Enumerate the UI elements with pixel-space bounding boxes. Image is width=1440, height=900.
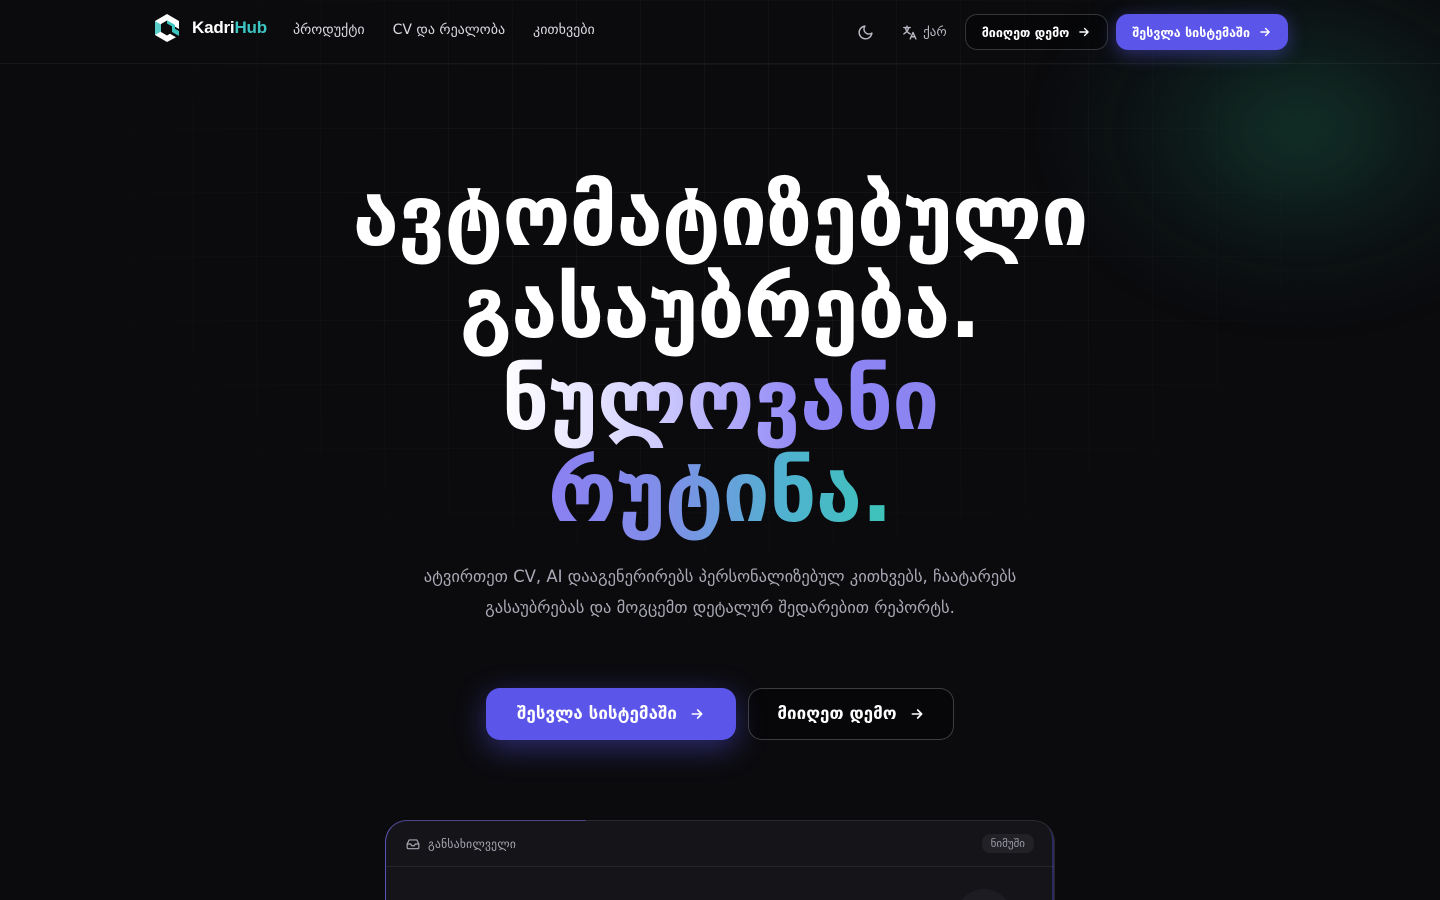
arrow-right-icon	[1079, 27, 1090, 37]
landing-page: KadriHub პროდუქტი CV და რეალობა კითხვები…	[0, 0, 1440, 900]
hero-cta-row: შესვლა სისტემაში მიიღეთ დემო	[486, 688, 954, 740]
hero-login-label: შესვლა სისტემაში	[517, 704, 677, 724]
language-switcher[interactable]: ქარ	[891, 14, 957, 50]
nav-links: პროდუქტი CV და რეალობა კითხვები	[293, 22, 595, 38]
top-navigation: KadriHub პროდუქტი CV და რეალობა კითხვები…	[0, 0, 1440, 64]
nav-actions: ქარ მიიღეთ დემო შესვლა სისტემაში	[847, 14, 1288, 50]
get-demo-button[interactable]: მიიღეთ დემო	[964, 14, 1109, 50]
preview-title: განსახილველი	[428, 836, 517, 851]
inbox-icon	[406, 838, 420, 849]
logo[interactable]: KadriHub	[151, 12, 267, 44]
nav-link-product[interactable]: პროდუქტი	[293, 22, 365, 38]
dashboard-preview-card: განსახილველი ნიმუში	[385, 820, 1055, 900]
hero-demo-button[interactable]: მიიღეთ დემო	[748, 688, 954, 740]
hero-title-line2: გასაუბრება.	[459, 259, 982, 357]
nav-link-cv-reality[interactable]: CV და რეალობა	[393, 22, 505, 38]
hero-title: ავტომატიზებული გასაუბრება. ნულოვანი რუტი…	[0, 170, 1440, 538]
nav-link-questions[interactable]: კითხვები	[533, 22, 595, 38]
brand-name-part1: Kadri	[192, 18, 235, 37]
language-label: ქარ	[923, 24, 947, 40]
preview-title-group: განსახილველი	[406, 837, 516, 851]
translate-icon	[903, 24, 917, 40]
arrow-right-icon	[691, 709, 703, 719]
theme-toggle-button[interactable]	[847, 14, 883, 50]
sample-badge: ნიმუში	[981, 834, 1034, 853]
get-demo-label: მიიღეთ დემო	[981, 24, 1070, 40]
brand-name-part2: Hub	[234, 18, 267, 37]
hero-title-line1: ავტომატიზებული	[352, 167, 1089, 265]
login-button[interactable]: შესვლა სისტემაში	[1116, 14, 1288, 50]
hero-demo-label: მიიღეთ დემო	[777, 704, 897, 724]
hero-login-button[interactable]: შესვლა სისტემაში	[486, 688, 736, 740]
hero-title-line4: რუტინა.	[547, 443, 893, 541]
hero-subtitle: ატვირთეთ CV, AI დააგენერირებს პერსონალიზ…	[423, 567, 1017, 617]
arrow-right-icon	[911, 709, 923, 719]
kadrihub-logo-icon	[155, 14, 179, 42]
arrow-right-icon	[1260, 27, 1270, 37]
avatar	[956, 889, 1012, 900]
hero-title-line3: ნულოვანი	[501, 351, 939, 449]
moon-icon	[858, 24, 873, 39]
brand-name: KadriHub	[192, 18, 267, 38]
preview-header: განსახილველი ნიმუში	[386, 821, 1054, 867]
login-label: შესვლა სისტემაში	[1132, 24, 1250, 40]
